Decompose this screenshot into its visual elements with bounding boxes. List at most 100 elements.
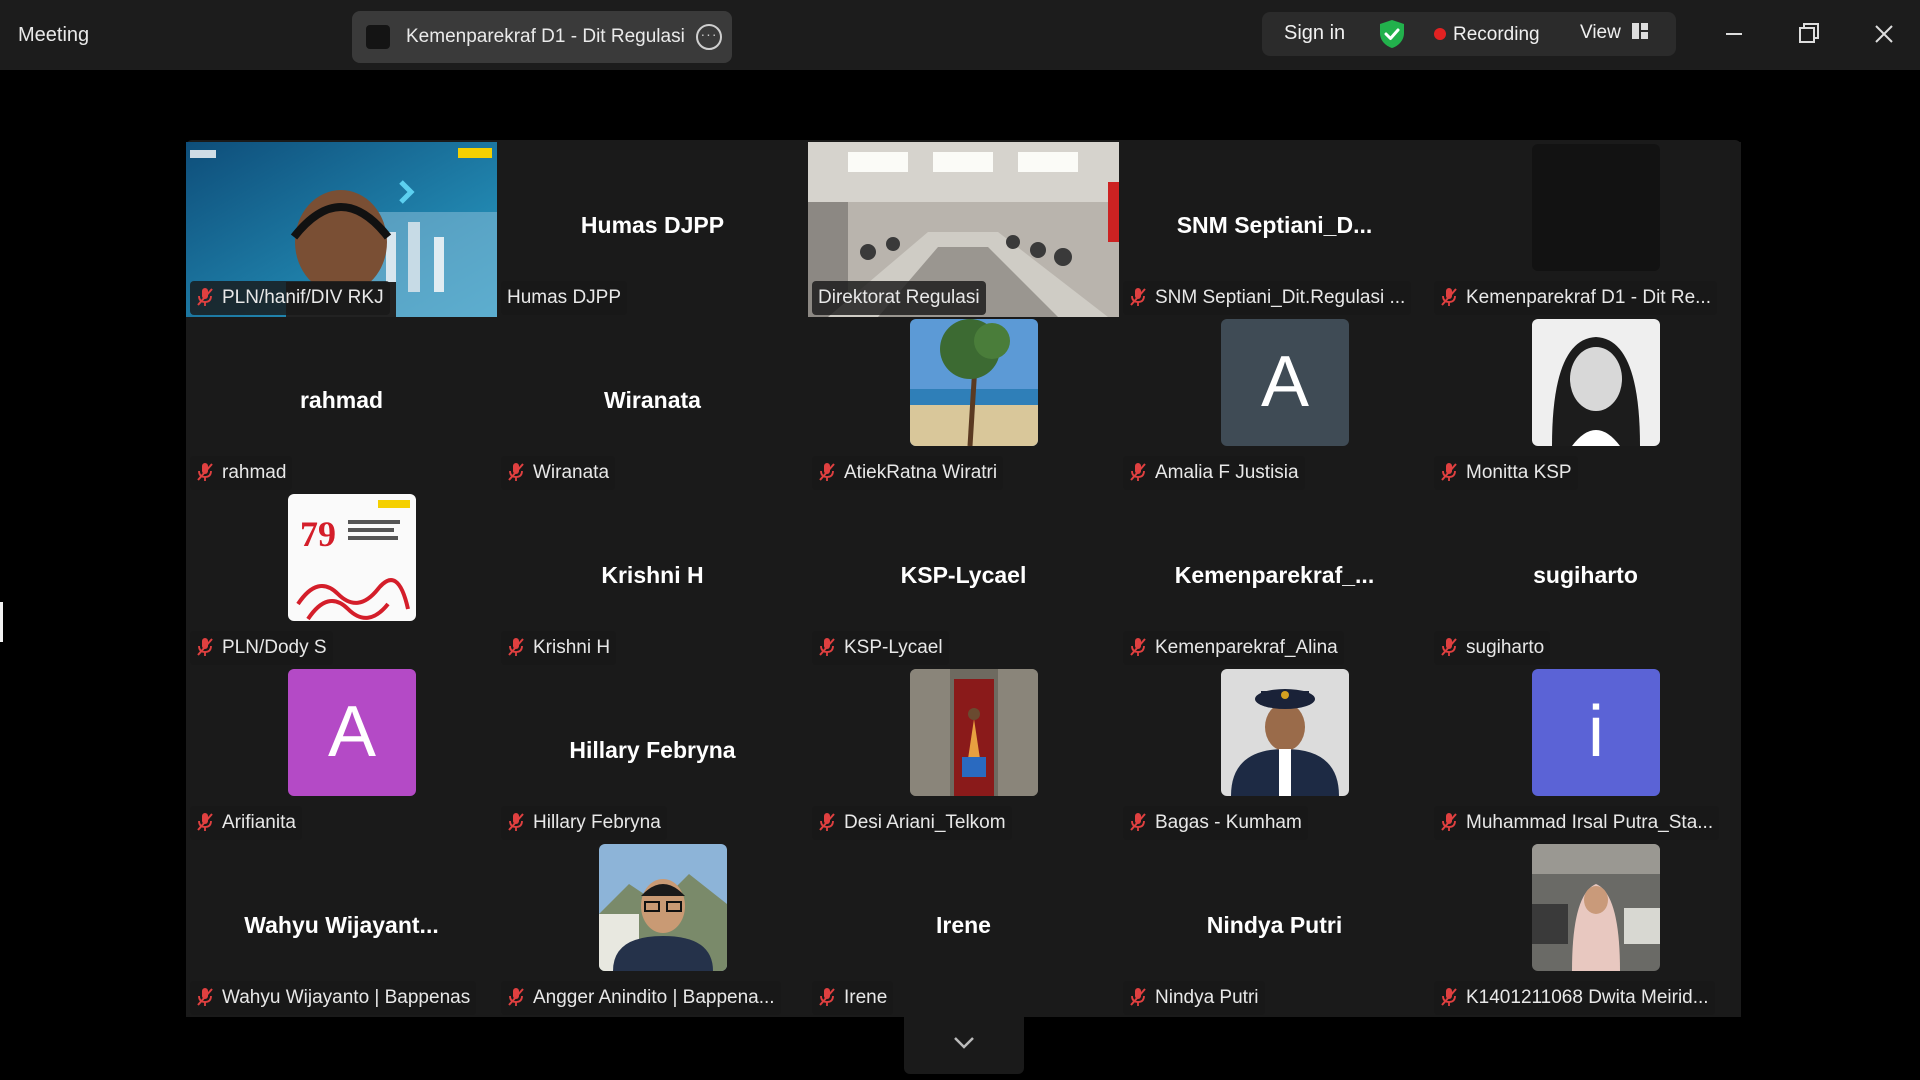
view-button[interactable]: View bbox=[1580, 22, 1649, 44]
muted-mic-icon bbox=[1130, 813, 1146, 831]
participant-tile[interactable]: Nindya Putri Nindya Putri bbox=[1119, 842, 1430, 1017]
muted-mic-icon bbox=[508, 813, 524, 831]
muted-mic-icon bbox=[1441, 638, 1457, 656]
participant-avatar bbox=[1532, 144, 1660, 271]
participant-avatar bbox=[910, 319, 1038, 446]
participant-name: PLN/hanif/DIV RKJ bbox=[222, 287, 384, 308]
muted-mic-icon bbox=[197, 638, 213, 656]
participant-name: SNM Septiani_Dit.Regulasi ... bbox=[1155, 287, 1406, 308]
participant-name-label: PLN/Dody S bbox=[190, 631, 333, 665]
participant-tile[interactable]: Krishni H Krishni H bbox=[497, 492, 808, 667]
participant-tile[interactable]: Desi Ariani_Telkom bbox=[808, 667, 1119, 842]
participant-tile[interactable]: Hillary Febryna Hillary Febryna bbox=[497, 667, 808, 842]
participant-name-label: Krishni H bbox=[501, 631, 617, 665]
muted-mic-icon bbox=[1130, 638, 1146, 656]
participant-tile[interactable]: Wiranata Wiranata bbox=[497, 317, 808, 492]
muted-mic-icon bbox=[1441, 288, 1457, 306]
participant-gallery: PLN/hanif/DIV RKJ Humas DJPP Humas DJPP Di… bbox=[186, 140, 1741, 1017]
restore-icon[interactable] bbox=[1788, 16, 1828, 52]
participant-name-label: KSP-Lycael bbox=[812, 631, 949, 665]
participant-initial-avatar: i bbox=[1532, 669, 1660, 796]
participant-tile[interactable]: Irene Irene bbox=[808, 842, 1119, 1017]
participant-tile[interactable]: AtiekRatna Wiratri bbox=[808, 317, 1119, 492]
grid-view-icon bbox=[1631, 23, 1648, 39]
participant-name: AtiekRatna Wiratri bbox=[844, 462, 998, 483]
participant-display-name: Irene bbox=[936, 912, 991, 938]
participant-name-label: Muhammad Irsal Putra_Sta... bbox=[1434, 806, 1720, 840]
participant-tile[interactable]: KSP-Lycael KSP-Lycael bbox=[808, 492, 1119, 667]
next-page-button[interactable] bbox=[904, 1016, 1024, 1074]
participant-tile[interactable]: Angger Anindito | Bappena... bbox=[497, 842, 808, 1017]
participant-name: Muhammad Irsal Putra_Sta... bbox=[1466, 812, 1714, 833]
participant-name: Amalia F Justisia bbox=[1155, 462, 1299, 483]
participant-name: Humas DJPP bbox=[507, 287, 622, 308]
recording-label: Recording bbox=[1453, 24, 1540, 45]
chevron-down-icon bbox=[954, 1037, 974, 1049]
participant-tile[interactable]: i Muhammad Irsal Putra_Sta... bbox=[1430, 667, 1741, 842]
more-options-icon[interactable]: ··· bbox=[696, 24, 722, 50]
participant-display-name: SNM Septiani_D... bbox=[1176, 212, 1373, 238]
participant-name-label: Desi Ariani_Telkom bbox=[812, 806, 1012, 840]
participant-name: Hillary Febryna bbox=[533, 812, 661, 833]
participant-tile[interactable]: sugiharto sugiharto bbox=[1430, 492, 1741, 667]
side-edge-handle[interactable] bbox=[0, 602, 3, 642]
participant-name: Wahyu Wijayanto | Bappenas bbox=[222, 987, 471, 1008]
sign-in-button[interactable]: Sign in bbox=[1284, 22, 1345, 45]
muted-mic-icon bbox=[197, 463, 213, 481]
participant-name: K1401211068 Dwita Meirid... bbox=[1466, 987, 1709, 1008]
app-title: Meeting bbox=[18, 24, 90, 46]
participant-name-label: K1401211068 Dwita Meirid... bbox=[1434, 981, 1715, 1015]
muted-mic-icon bbox=[819, 463, 835, 481]
muted-mic-icon bbox=[197, 288, 213, 306]
participant-tile[interactable]: Bagas - Kumham bbox=[1119, 667, 1430, 842]
participant-name-label: Hillary Febryna bbox=[501, 806, 667, 840]
close-icon[interactable] bbox=[1864, 16, 1904, 52]
participant-tile[interactable]: Kemenparekraf_... Kemenparekraf_Alina bbox=[1119, 492, 1430, 667]
participant-initial-avatar: A bbox=[1221, 319, 1349, 446]
participant-tile[interactable]: Kemenparekraf D1 - Dit Re... bbox=[1430, 142, 1741, 317]
muted-mic-icon bbox=[508, 463, 524, 481]
participant-tile[interactable]: SNM Septiani_D... SNM Septiani_Dit.Regul… bbox=[1119, 142, 1430, 317]
muted-mic-icon bbox=[508, 988, 524, 1006]
participant-name: Direktorat Regulasi bbox=[818, 287, 980, 308]
participant-tile[interactable]: 79 PLN/Dody S bbox=[186, 492, 497, 667]
participant-name-label: Wiranata bbox=[501, 456, 616, 490]
encryption-shield-icon[interactable] bbox=[1378, 19, 1406, 49]
participant-tile[interactable]: Monitta KSP bbox=[1430, 317, 1741, 492]
participant-tile[interactable]: rahmad rahmad bbox=[186, 317, 497, 492]
meeting-info-button[interactable]: Kemenparekraf D1 - Dit Regulasi ··· bbox=[352, 11, 732, 63]
participant-tile[interactable]: K1401211068 Dwita Meirid... bbox=[1430, 842, 1741, 1017]
participant-name-label: Irene bbox=[812, 981, 894, 1015]
participant-display-name: Humas DJPP bbox=[580, 212, 725, 238]
participant-avatar bbox=[599, 844, 727, 971]
participant-name: Irene bbox=[844, 987, 888, 1008]
muted-mic-icon bbox=[819, 988, 835, 1006]
participant-tile[interactable]: Humas DJPP Humas DJPP bbox=[497, 142, 808, 317]
participant-tile[interactable]: Wahyu Wijayant... Wahyu Wijayanto | Bapp… bbox=[186, 842, 497, 1017]
participant-name-label: Nindya Putri bbox=[1123, 981, 1265, 1015]
participant-display-name: Wahyu Wijayant... bbox=[244, 912, 439, 938]
participant-name-label: sugiharto bbox=[1434, 631, 1551, 665]
participant-tile[interactable]: A Amalia F Justisia bbox=[1119, 317, 1430, 492]
participant-tile[interactable]: A Arifianita bbox=[186, 667, 497, 842]
muted-mic-icon bbox=[1441, 813, 1457, 831]
participant-name-label: Bagas - Kumham bbox=[1123, 806, 1308, 840]
participant-name: Wiranata bbox=[533, 462, 610, 483]
minimize-icon[interactable] bbox=[1714, 16, 1754, 52]
participant-name-label: Direktorat Regulasi bbox=[812, 281, 986, 315]
participant-display-name: Nindya Putri bbox=[1206, 912, 1343, 938]
participant-name: Monitta KSP bbox=[1466, 462, 1572, 483]
participant-display-name: Kemenparekraf_... bbox=[1174, 562, 1375, 588]
recording-dot-icon bbox=[1434, 28, 1446, 40]
participant-avatar bbox=[1221, 669, 1349, 796]
view-label: View bbox=[1580, 22, 1621, 43]
participant-avatar bbox=[910, 669, 1038, 796]
muted-mic-icon bbox=[1130, 463, 1146, 481]
recording-indicator[interactable]: Recording bbox=[1434, 24, 1540, 46]
participant-name-label: Kemenparekraf_Alina bbox=[1123, 631, 1344, 665]
muted-mic-icon bbox=[819, 638, 835, 656]
participant-name-label: SNM Septiani_Dit.Regulasi ... bbox=[1123, 281, 1412, 315]
participant-tile[interactable]: PLN/hanif/DIV RKJ bbox=[186, 142, 497, 317]
participant-tile[interactable]: Direktorat Regulasi bbox=[808, 142, 1119, 317]
participant-name: Krishni H bbox=[533, 637, 611, 658]
